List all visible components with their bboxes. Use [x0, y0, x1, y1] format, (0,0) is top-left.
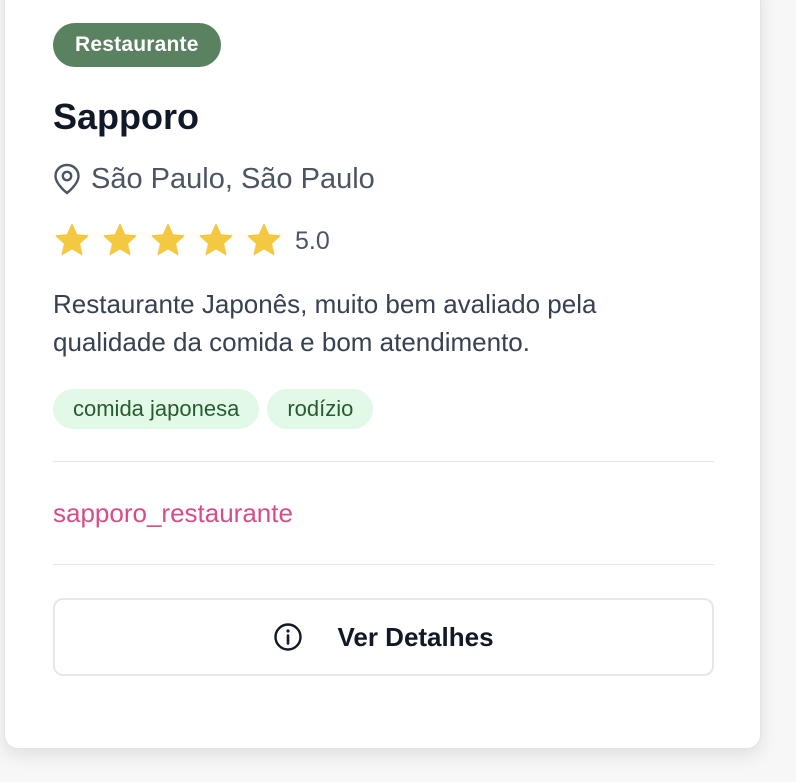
- instagram-link[interactable]: sapporo_restaurante: [53, 496, 714, 530]
- tag-list: comida japonesa rodízio: [53, 389, 714, 429]
- map-pin-icon: [54, 163, 80, 195]
- divider: [53, 461, 714, 462]
- restaurant-card: Restaurante Sapporo São Paulo, São Paulo…: [4, 0, 761, 749]
- description: Restaurante Japonês, muito bem avaliado …: [53, 289, 597, 357]
- star-icon: [103, 223, 137, 256]
- rating-value: 5.0: [295, 226, 330, 255]
- details-button-label: Ver Detalhes: [337, 621, 494, 652]
- divider: [53, 564, 714, 565]
- details-button[interactable]: Ver Detalhes: [53, 598, 714, 676]
- star-icon: [247, 223, 281, 256]
- info-icon: [274, 623, 303, 651]
- restaurant-name: Sapporo: [53, 96, 200, 137]
- tag: rodízio: [267, 389, 374, 429]
- card-content: Restaurante Sapporo São Paulo, São Paulo…: [53, 23, 714, 676]
- star-icon: [151, 223, 185, 256]
- location: São Paulo, São Paulo: [53, 161, 714, 197]
- star-icon: [199, 223, 233, 256]
- star-icon: [55, 223, 89, 256]
- category-badge: Restaurante: [53, 23, 221, 67]
- rating: 5.0: [53, 221, 714, 261]
- tag: comida japonesa: [53, 389, 260, 429]
- location-text: São Paulo, São Paulo: [91, 163, 375, 195]
